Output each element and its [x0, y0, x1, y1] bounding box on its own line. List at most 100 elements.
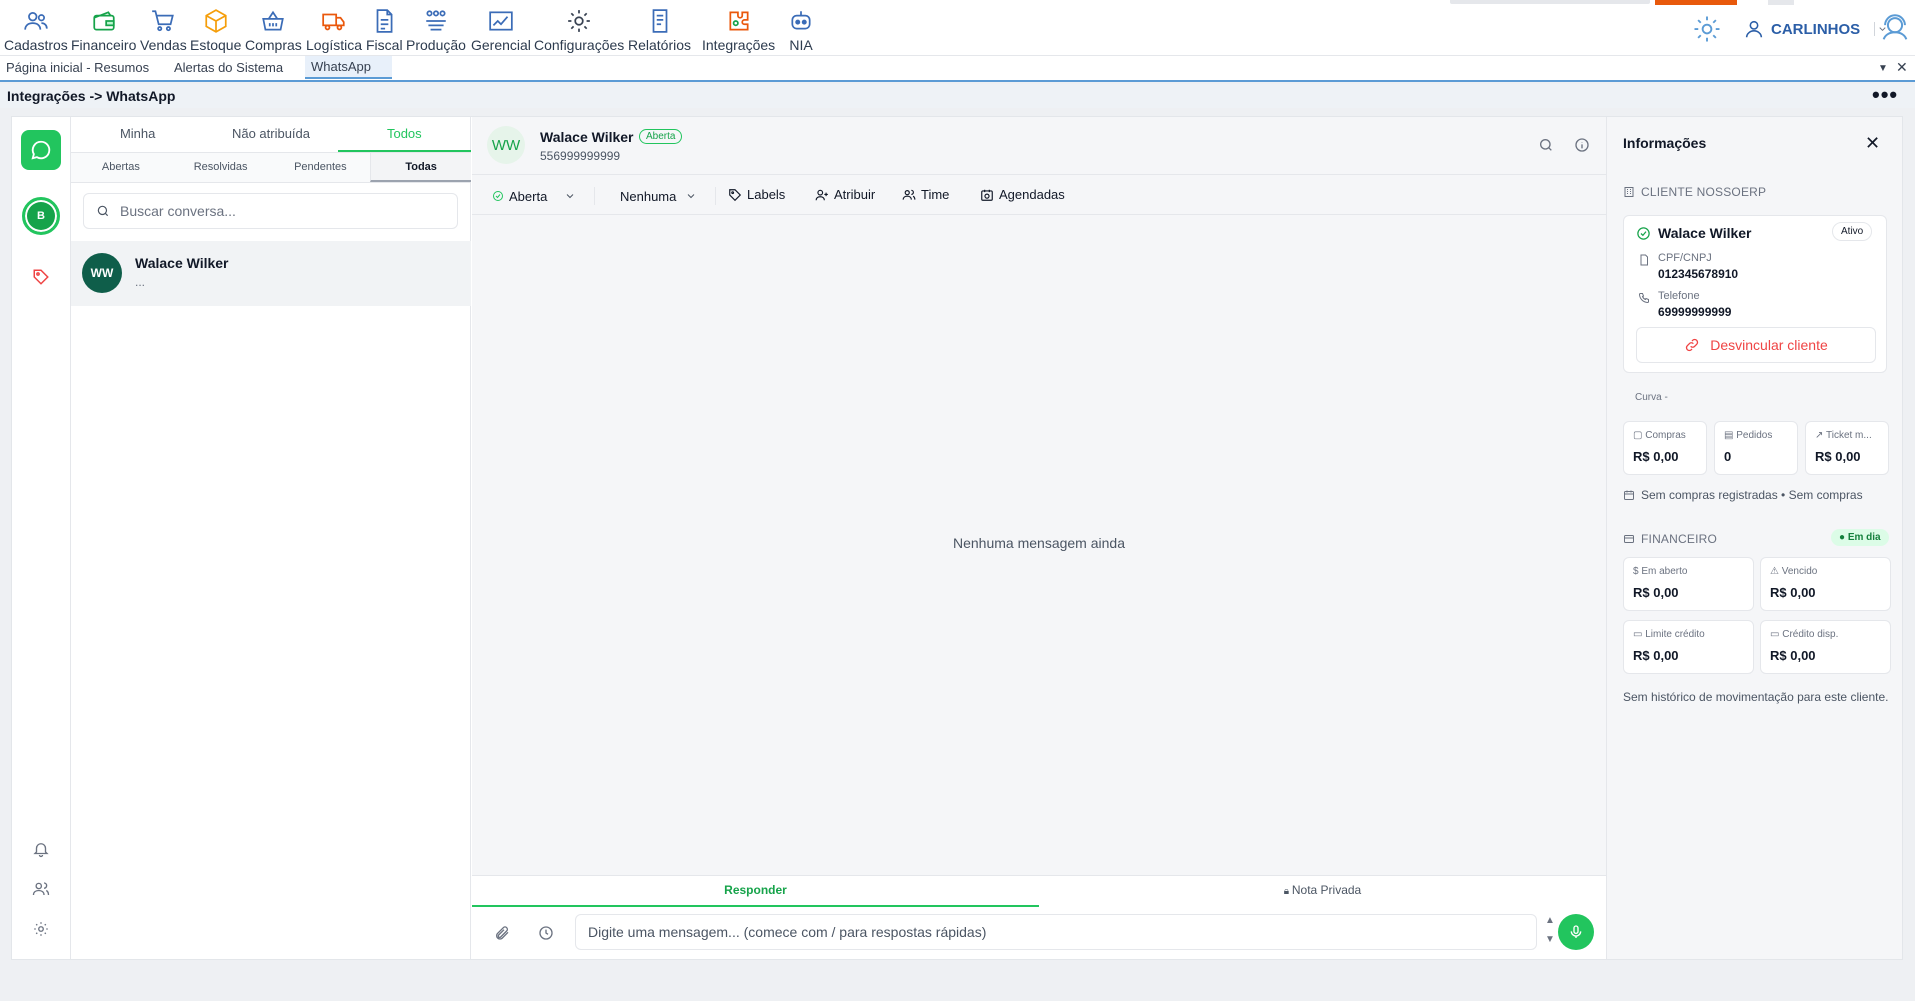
message-input[interactable]: [575, 914, 1537, 950]
basket-icon: [262, 10, 285, 31]
record-audio-button[interactable]: [1558, 914, 1594, 950]
scheduled-button[interactable]: Agendadas: [980, 187, 1065, 202]
breadcrumb: Integrações -> WhatsApp: [7, 88, 176, 104]
settings-gear-icon[interactable]: [1692, 14, 1722, 44]
calendar-clock-icon: [981, 189, 993, 201]
status-resolvidas[interactable]: Resolvidas: [171, 153, 271, 182]
client-status-badge: Ativo: [1832, 222, 1873, 241]
clock-icon[interactable]: [538, 925, 554, 941]
doc-label: CPF/CNPJ: [1658, 252, 1712, 264]
tab-private-note[interactable]: 🔒︎ Nota Privada: [1039, 876, 1606, 907]
filter-nao-atribuida[interactable]: Não atribuída: [204, 117, 337, 152]
priority-select[interactable]: Nenhuma: [620, 187, 717, 205]
toolbar-configuracoes[interactable]: Configurações: [534, 8, 624, 53]
gear-icon: [568, 10, 590, 32]
status-badge: Aberta: [639, 129, 683, 144]
conversations-nav-button[interactable]: [21, 130, 61, 170]
toolbar-fiscal[interactable]: Fiscal: [366, 8, 403, 53]
toolbar-vendas[interactable]: Vendas: [140, 8, 187, 53]
account-avatar[interactable]: B: [22, 197, 60, 235]
status-todas[interactable]: Todas: [370, 153, 471, 182]
tab-whatsapp[interactable]: WhatsApp: [305, 56, 392, 79]
user-menu[interactable]: CARLINHOS: [1743, 18, 1888, 40]
filter-minha[interactable]: Minha: [71, 117, 204, 152]
robot-icon: [791, 11, 811, 30]
toolbar-gerencial[interactable]: Gerencial: [471, 8, 531, 53]
building-icon: [1624, 187, 1634, 197]
bag-icon: ▢: [1633, 430, 1646, 441]
team-icon[interactable]: [32, 880, 50, 898]
phone-label: Telefone: [1658, 290, 1700, 302]
contact-name: Walace Wilker: [540, 129, 634, 145]
assignment-filter: Minha Não atribuída Todos: [71, 117, 471, 153]
finance-credito-disp: ▭ Crédito disp. R$ 0,00: [1760, 620, 1891, 674]
stat-ticket: ↗ Ticket m... R$ 0,00: [1805, 421, 1889, 475]
toolbar-integracoes[interactable]: Integrações: [702, 8, 775, 53]
info-title: Informações: [1623, 135, 1707, 151]
status-select[interactable]: Aberta: [492, 187, 596, 205]
tab-reply[interactable]: Responder: [472, 876, 1039, 907]
tag-icon: [729, 188, 742, 201]
info-icon[interactable]: [1574, 137, 1590, 153]
toolbar-compras[interactable]: Compras: [245, 8, 302, 53]
users-icon: [24, 12, 48, 30]
conversation-preview: ...: [135, 275, 146, 289]
status-abertas[interactable]: Abertas: [71, 153, 171, 182]
top-search-edge[interactable]: [1450, 0, 1650, 4]
tabs-dropdown-icon[interactable]: ▼: [1878, 63, 1888, 74]
paperclip-icon[interactable]: [494, 925, 510, 941]
toolbar-nia[interactable]: NIA: [788, 8, 814, 53]
toolbar-producao[interactable]: Produção: [406, 8, 466, 53]
calendar-icon: [1624, 490, 1634, 500]
more-options-icon[interactable]: •••: [1872, 82, 1898, 108]
status-filter: Abertas Resolvidas Pendentes Todas: [71, 153, 471, 183]
wallet-icon: ▭: [1770, 629, 1783, 640]
team-button[interactable]: Time: [902, 187, 949, 202]
empty-messages: Nenhuma mensagem ainda: [953, 535, 1125, 551]
scroll-up-icon[interactable]: ▲: [1545, 915, 1555, 926]
conversation-list-panel: Minha Não atribuída Todos Abertas Resolv…: [71, 117, 471, 959]
bell-icon[interactable]: [32, 840, 50, 858]
toolbar-financeiro[interactable]: Financeiro: [71, 8, 136, 53]
finance-status-badge: ● Em dia: [1831, 529, 1889, 546]
conversation-item[interactable]: WW Walace Wilker ...: [71, 241, 471, 306]
toolbar-relatorios[interactable]: Relatórios: [628, 8, 691, 53]
close-icon[interactable]: ✕: [1865, 133, 1880, 154]
tab-alertas[interactable]: Alertas do Sistema: [174, 60, 283, 75]
search-input[interactable]: [120, 203, 440, 219]
user-icon: [1745, 20, 1763, 38]
scroll-down-icon[interactable]: ▼: [1545, 934, 1555, 945]
card-icon: [1624, 535, 1634, 543]
unlink-client-button[interactable]: Desvincular cliente: [1636, 327, 1876, 363]
stat-compras: ▢ Compras R$ 0,00: [1623, 421, 1707, 475]
toolbar-logistica[interactable]: Logística: [306, 8, 362, 53]
contact-avatar: WW: [487, 126, 525, 164]
top-accent-button[interactable]: [1655, 0, 1737, 5]
filter-todos[interactable]: Todos: [337, 117, 471, 152]
document-icon: [376, 9, 393, 33]
labels-button[interactable]: Labels: [728, 187, 785, 202]
document-icon: [1640, 254, 1648, 266]
toolbar-cadastros[interactable]: Cadastros: [4, 8, 68, 53]
support-agent-icon[interactable]: [1878, 10, 1912, 46]
check-circle-icon: [1637, 227, 1650, 240]
top-small-button[interactable]: [1768, 0, 1794, 5]
search-icon[interactable]: [1538, 137, 1554, 153]
settings-icon[interactable]: [32, 920, 50, 938]
tag-icon[interactable]: [32, 268, 50, 286]
tabs-close-icon[interactable]: ✕: [1896, 59, 1908, 76]
link-icon: [1686, 338, 1699, 352]
toolbar-estoque[interactable]: Estoque: [190, 8, 241, 53]
card-icon: ▭: [1633, 629, 1646, 640]
client-name: Walace Wilker: [1658, 225, 1752, 241]
contact-phone: 556999999999: [540, 149, 621, 163]
trend-up-icon: ↗: [1815, 430, 1826, 441]
tab-pagina-inicial[interactable]: Página inicial - Resumos: [6, 60, 149, 75]
status-pendentes[interactable]: Pendentes: [271, 153, 371, 182]
assign-button[interactable]: Atribuir: [815, 187, 875, 202]
curva-label: Curva -: [1635, 392, 1668, 403]
client-card: Walace Wilker Ativo CPF/CNPJ 01234567891…: [1623, 215, 1887, 373]
whatsapp-workspace: B Minha Não atribuída Todos Abertas Reso…: [11, 116, 1903, 960]
main-toolbar: Cadastros Financeiro Vendas Estoque Comp…: [0, 0, 1915, 55]
breadcrumb-bar: Integrações -> WhatsApp •••: [0, 82, 1915, 108]
